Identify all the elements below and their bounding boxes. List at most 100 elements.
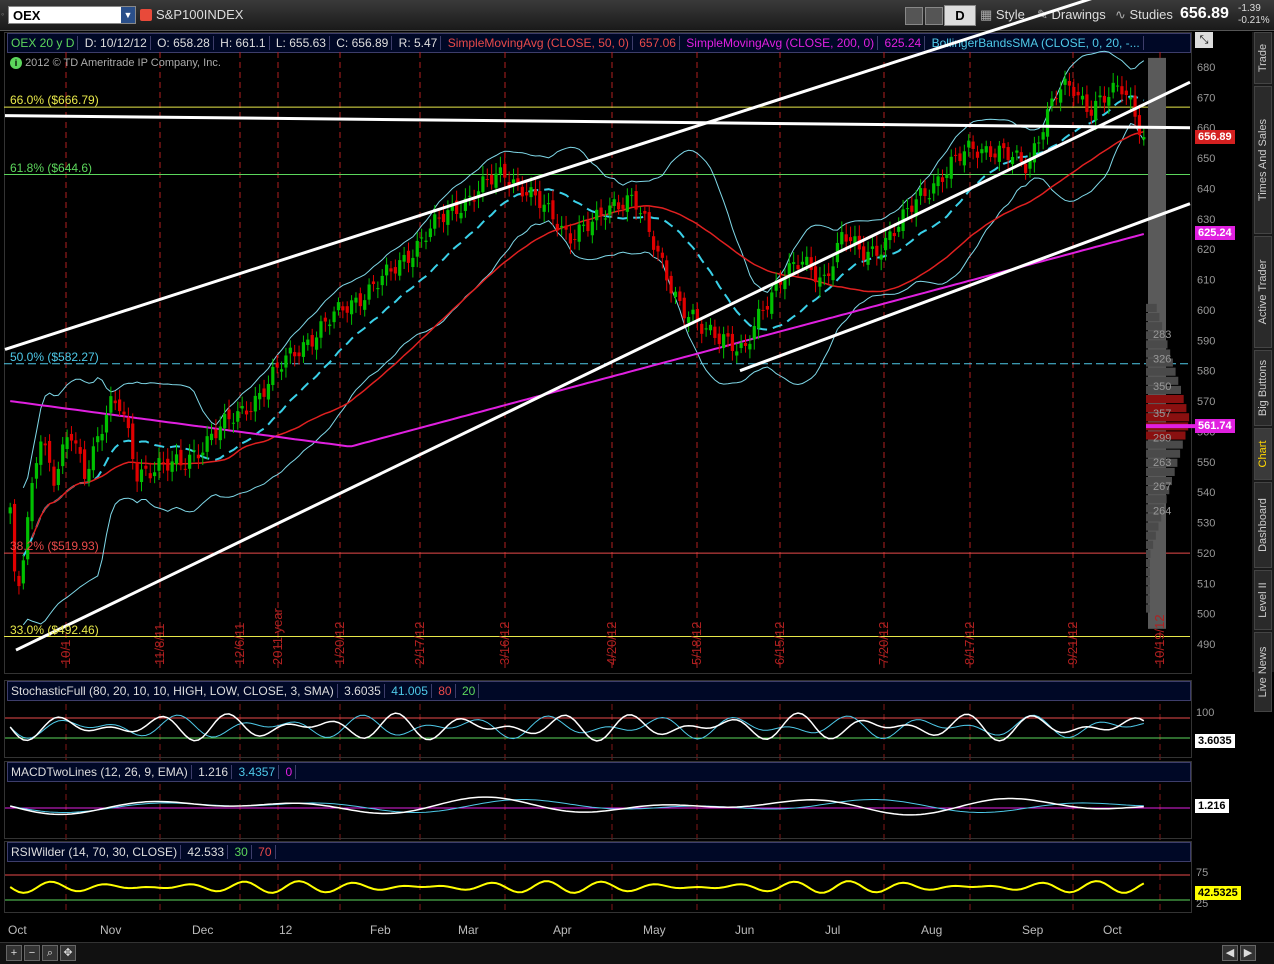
candle-body — [209, 433, 214, 441]
zoom-out-icon[interactable]: − — [24, 945, 40, 961]
candle-body — [174, 454, 179, 464]
stochastic-panel[interactable]: StochasticFull (80, 20, 10, 10, HIGH, LO… — [4, 680, 1192, 758]
candle-body — [157, 458, 161, 471]
candle-body — [643, 211, 647, 214]
candle-body — [717, 333, 721, 345]
candle-body — [1019, 152, 1023, 162]
candle-body — [345, 306, 349, 313]
side-tab-label: Level II — [1257, 582, 1269, 618]
side-tab-active-trader[interactable]: Active Trader — [1254, 236, 1272, 348]
scroll-left-icon[interactable]: ◀ — [1222, 945, 1238, 961]
month-label: Nov — [100, 923, 122, 937]
volume-profile-row — [1146, 303, 1157, 312]
candle-body — [866, 251, 870, 265]
rsi-badge: 42.5325 — [1195, 886, 1241, 900]
pan-icon[interactable]: ✥ — [60, 945, 76, 961]
candle-body — [691, 309, 695, 315]
candle-body — [170, 461, 174, 472]
fib-label: 33.0% ($492.46) — [10, 622, 99, 637]
side-tab-level-ii[interactable]: Level II — [1254, 570, 1272, 630]
candle-body — [630, 194, 634, 196]
candle-body — [897, 226, 901, 232]
candle-body — [363, 300, 367, 310]
candle-body — [888, 231, 892, 241]
side-tab-trade[interactable]: Trade — [1254, 32, 1272, 84]
volume-profile-row — [1146, 568, 1150, 577]
copyright: i 2012 © TD Ameritrade IP Company, Inc. — [10, 57, 221, 69]
candle-body — [1059, 89, 1063, 103]
candle-body — [743, 342, 748, 346]
volume-profile-row — [1146, 604, 1150, 613]
candle-body — [43, 443, 47, 446]
side-tab-live-news[interactable]: Live News — [1254, 632, 1272, 712]
candle-body — [918, 188, 923, 196]
macd-label[interactable]: MACDTwoLines (12, 26, 9, EMA) — [8, 765, 192, 779]
candle-body — [135, 462, 139, 482]
rsi-header: RSIWilder (14, 70, 30, CLOSE) 42.533 30 … — [7, 842, 1191, 862]
candle-body — [104, 414, 109, 433]
price-axis-tick: 640 — [1197, 183, 1215, 195]
candle-body — [656, 245, 660, 252]
side-tab-times-and-sales[interactable]: Times And Sales — [1254, 86, 1272, 234]
vertical-date-label: 10/19/12 — [1152, 614, 1167, 665]
candle-body — [805, 256, 809, 265]
candle-body — [371, 281, 376, 285]
side-tab-big-buttons[interactable]: Big Buttons — [1254, 350, 1272, 426]
candle-body — [17, 575, 21, 587]
volume-profile-row — [1146, 394, 1184, 404]
candle-body — [603, 218, 608, 220]
volume-profile-row — [1146, 577, 1150, 586]
candle-body — [96, 436, 100, 443]
candle-body — [1050, 98, 1054, 107]
vertical-date-label: 10/1 — [58, 640, 73, 665]
candle-body — [573, 239, 577, 241]
scroll-right-icon[interactable]: ▶ — [1240, 945, 1256, 961]
month-label: Jun — [735, 923, 755, 937]
vertical-date-label: 12/6/11 — [232, 623, 247, 665]
candle-body — [1037, 142, 1041, 144]
candle-body — [297, 352, 301, 357]
candle-body — [376, 288, 380, 290]
candle-body — [65, 437, 69, 449]
price-axis-tick: 530 — [1197, 518, 1215, 530]
price-axis-tick: 570 — [1197, 396, 1215, 408]
price-axis-tick: 630 — [1197, 214, 1215, 226]
candle-body — [1080, 95, 1085, 100]
candle-body — [971, 141, 975, 149]
info-icon[interactable]: i — [10, 57, 22, 69]
candle-body — [1124, 90, 1128, 96]
candle-body — [227, 409, 231, 420]
rsi-panel[interactable]: RSIWilder (14, 70, 30, CLOSE) 42.533 30 … — [4, 841, 1192, 913]
candle-body — [892, 233, 896, 237]
stochastic-label[interactable]: StochasticFull (80, 20, 10, 10, HIGH, LO… — [8, 684, 338, 698]
candle-body — [349, 300, 354, 315]
candle-body — [949, 156, 953, 179]
candle-body — [183, 468, 187, 470]
candle-body — [862, 246, 866, 261]
candle-body — [139, 469, 144, 483]
candle-body — [389, 268, 393, 272]
macd-panel[interactable]: MACDTwoLines (12, 26, 9, EMA) 1.216 3.43… — [4, 761, 1192, 839]
rsi-label[interactable]: RSIWilder (14, 70, 30, CLOSE) — [8, 845, 182, 859]
candle-body — [275, 362, 279, 368]
candle-body — [244, 410, 249, 415]
fib-label: 66.0% ($666.79) — [10, 93, 99, 108]
zoom-in-icon[interactable]: + — [6, 945, 22, 961]
candle-body — [1006, 147, 1010, 161]
candle-body — [1054, 98, 1058, 100]
candle-body — [770, 292, 774, 314]
candle-body — [179, 449, 183, 466]
month-label: Oct — [8, 923, 27, 937]
side-tab-chart[interactable]: Chart — [1254, 428, 1272, 480]
side-tab-label: Dashboard — [1257, 498, 1269, 552]
candle-body — [424, 240, 428, 242]
side-tab-dashboard[interactable]: Dashboard — [1254, 482, 1272, 568]
month-label: May — [643, 923, 666, 937]
candle-body — [380, 275, 384, 286]
candle-body — [1072, 86, 1076, 97]
vertical-date-label: 6/15/12 — [772, 622, 787, 665]
candle-body — [411, 257, 415, 267]
zoom-icon[interactable]: ⌕ — [42, 945, 58, 961]
price-axis-tick: 550 — [1197, 457, 1215, 469]
candle-body — [498, 167, 503, 174]
